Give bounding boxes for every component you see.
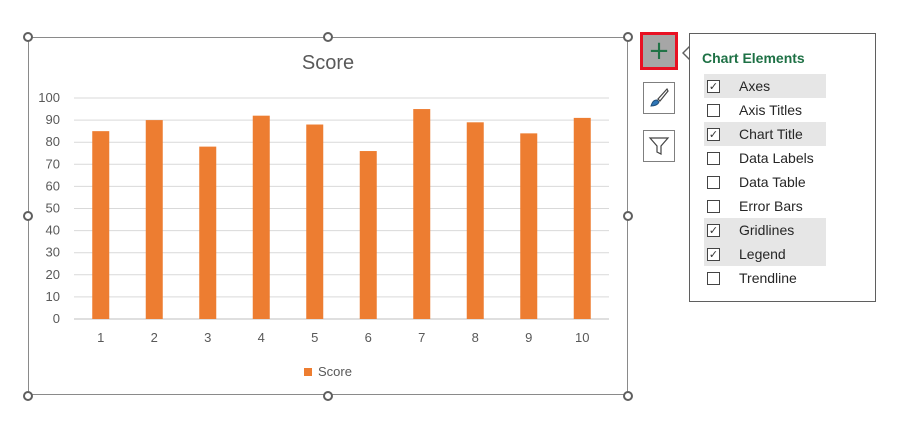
bar[interactable] [520, 133, 538, 319]
panel-title: Chart Elements [702, 50, 805, 66]
filter-icon [648, 137, 670, 155]
x-tick-label: 7 [418, 330, 425, 345]
y-tick-label: 60 [46, 178, 60, 193]
bar[interactable] [252, 115, 270, 320]
chart-element-label: Data Labels [739, 150, 814, 166]
x-tick-label: 2 [151, 330, 158, 345]
chart-element-label: Error Bars [739, 198, 803, 214]
chart-element-label: Chart Title [739, 126, 803, 142]
y-tick-label: 50 [46, 201, 60, 216]
bar[interactable] [466, 122, 484, 319]
bar[interactable] [306, 124, 324, 320]
chart-element-trendline[interactable]: Trendline [704, 266, 826, 290]
x-tick-label: 4 [258, 330, 265, 345]
x-tick-label: 9 [525, 330, 532, 345]
resize-handle-middle-left[interactable] [23, 211, 33, 221]
chart-element-axis-titles[interactable]: Axis Titles [704, 98, 826, 122]
resize-handle-top-left[interactable] [23, 32, 33, 42]
chart-filters-button[interactable] [643, 130, 675, 162]
x-tick-label: 6 [365, 330, 372, 345]
bar[interactable] [145, 120, 163, 319]
plus-icon: + [648, 36, 670, 66]
checkbox[interactable] [707, 151, 720, 165]
y-tick-label: 70 [46, 156, 60, 171]
chart-elements-button[interactable]: + [640, 32, 678, 70]
y-tick-label: 30 [46, 245, 60, 260]
plot-area[interactable]: 0 10 20 30 40 50 60 70 80 90 100 1 2 3 4 5 6 7 8 9 10 [29, 38, 627, 394]
checkbox[interactable] [707, 271, 720, 285]
bar[interactable] [573, 117, 591, 319]
y-tick-label: 90 [46, 112, 60, 127]
chart-element-label: Gridlines [739, 222, 795, 238]
checkbox[interactable] [707, 103, 720, 117]
x-tick-label: 10 [575, 330, 589, 345]
resize-handle-bottom-left[interactable] [23, 391, 33, 401]
chart-element-label: Data Table [739, 174, 806, 190]
y-tick-label: 20 [46, 267, 60, 282]
legend[interactable]: Score [29, 364, 627, 379]
bar[interactable] [92, 131, 110, 319]
x-tick-label: 5 [311, 330, 318, 345]
checkbox[interactable]: ✓ [707, 127, 720, 141]
chart-element-gridlines[interactable]: ✓ Gridlines [704, 218, 826, 242]
chart-element-label: Axes [739, 78, 771, 94]
resize-handle-bottom-middle[interactable] [323, 391, 333, 401]
y-tick-label: 80 [46, 134, 60, 149]
x-tick-label: 1 [97, 330, 104, 345]
resize-handle-top-middle[interactable] [323, 32, 333, 42]
chart-element-label: Trendline [739, 270, 797, 286]
legend-swatch [304, 368, 313, 376]
bar[interactable] [199, 146, 217, 319]
y-tick-label: 100 [38, 90, 60, 105]
chart-element-error-bars[interactable]: Error Bars [704, 194, 826, 218]
y-tick-label: 10 [46, 289, 60, 304]
chart-area[interactable]: Score 0 10 20 30 40 50 60 70 80 90 100 1 2 3 4 5 6 7 8 9 10 … [28, 37, 628, 395]
chart-element-label: Axis Titles [739, 102, 803, 118]
chart-styles-button[interactable] [643, 82, 675, 114]
bar[interactable] [413, 109, 431, 319]
paintbrush-icon [650, 87, 669, 107]
chart-element-axes[interactable]: ✓ Axes [704, 74, 826, 98]
resize-handle-middle-right[interactable] [623, 211, 633, 221]
checkbox[interactable]: ✓ [707, 79, 720, 93]
chart-elements-panel: Chart Elements ✓ Axes Axis Titles ✓ Chart Ti… [689, 33, 876, 302]
chart-element-legend[interactable]: ✓ Legend [704, 242, 826, 266]
chart-element-data-labels[interactable]: Data Labels [704, 146, 826, 170]
resize-handle-top-right[interactable] [623, 32, 633, 42]
resize-handle-bottom-right[interactable] [623, 391, 633, 401]
x-tick-label: 8 [472, 330, 479, 345]
y-tick-label: 40 [46, 223, 60, 238]
legend-label: Score [318, 364, 352, 379]
checkbox[interactable] [707, 175, 720, 189]
chart-element-data-table[interactable]: Data Table [704, 170, 826, 194]
checkbox[interactable]: ✓ [707, 223, 720, 237]
checkbox[interactable]: ✓ [707, 247, 720, 261]
chart-element-chart-title[interactable]: ✓ Chart Title [704, 122, 826, 146]
bar[interactable] [359, 151, 377, 319]
chart-element-label: Legend [739, 246, 786, 262]
x-tick-label: 3 [204, 330, 211, 345]
y-tick-label: 0 [53, 311, 60, 326]
checkbox[interactable] [707, 199, 720, 213]
